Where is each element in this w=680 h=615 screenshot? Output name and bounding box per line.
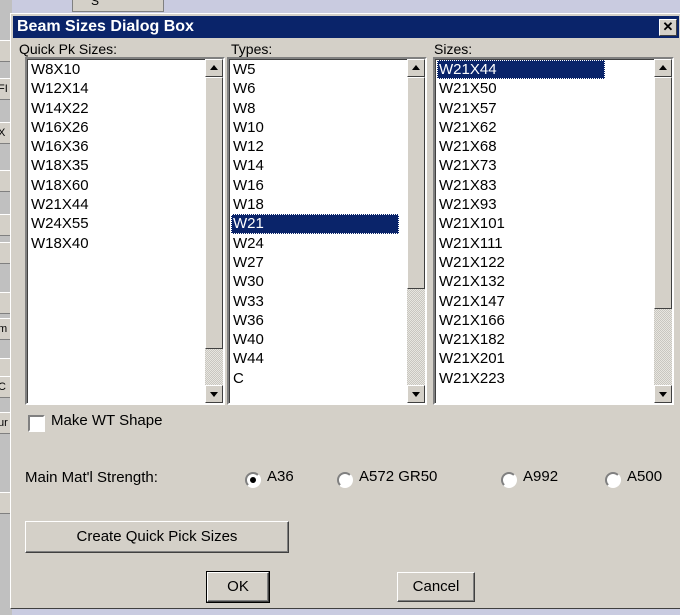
- types-listbox[interactable]: W5 W6 W8 W10 W12 W14 W16 W18 W21 W24 W27 W30 W33 W36 W…: [227, 57, 427, 405]
- types-list-item[interactable]: W14: [231, 156, 399, 175]
- quick-pick-list-item[interactable]: W16X26: [29, 118, 197, 137]
- types-list-item[interactable]: C: [231, 369, 399, 388]
- create-quick-pick-sizes-button[interactable]: Create Quick Pick Sizes: [25, 521, 289, 553]
- sizes-list-item[interactable]: W21X62: [437, 118, 605, 137]
- sizes-list-item[interactable]: W21X182: [437, 330, 605, 349]
- sizes-scrollbar[interactable]: [654, 59, 672, 403]
- sizes-list-item[interactable]: W21X93: [437, 195, 605, 214]
- radio-a992[interactable]: [501, 472, 517, 488]
- sizes-list-item[interactable]: W21X50: [437, 79, 605, 98]
- types-list-item[interactable]: W33: [231, 292, 399, 311]
- types-scroll-down-button[interactable]: [407, 385, 425, 403]
- radio-a500[interactable]: [605, 472, 621, 488]
- sizes-list-item[interactable]: W21X83: [437, 176, 605, 195]
- quick-pick-items: W8X10 W12X14 W14X22 W16X26 W16X36 W18X35 W18X6…: [29, 60, 197, 253]
- sizes-list-item[interactable]: W21X122: [437, 253, 605, 272]
- sizes-scroll-thumb[interactable]: [654, 77, 672, 309]
- types-list-item[interactable]: W12: [231, 137, 399, 156]
- quick-pick-listbox[interactable]: W8X10 W12X14 W14X22 W16X26 W16X36 W18X35 W18X6…: [25, 57, 225, 405]
- sizes-list-item[interactable]: W21X44: [437, 60, 605, 80]
- types-list-item[interactable]: W6: [231, 79, 399, 98]
- sizes-list-item[interactable]: W21X223: [437, 369, 605, 388]
- dialog-titlebar[interactable]: Beam Sizes Dialog Box ✕: [13, 16, 679, 38]
- quick-pick-list-item[interactable]: W14X22: [29, 99, 197, 118]
- quick-pick-scroll-thumb[interactable]: [205, 77, 223, 349]
- sizes-listbox[interactable]: W21X44 W21X50 W21X57 W21X62 W21X68 W21X73 W21X…: [433, 57, 674, 405]
- quick-pick-scrollbar[interactable]: [205, 59, 223, 403]
- cancel-button[interactable]: Cancel: [397, 572, 475, 602]
- types-list-item[interactable]: W24: [231, 234, 399, 253]
- radio-a572-gr50[interactable]: [337, 472, 353, 488]
- radio-selected-dot: [250, 477, 256, 483]
- sizes-list-item[interactable]: W21X201: [437, 349, 605, 368]
- beam-sizes-dialog: Beam Sizes Dialog Box ✕ Quick Pk Sizes: …: [10, 13, 680, 609]
- types-scrollbar[interactable]: [407, 59, 425, 403]
- quick-pick-label: Quick Pk Sizes:: [19, 41, 118, 57]
- quick-pick-list-item[interactable]: W18X40: [29, 234, 197, 253]
- types-list-item[interactable]: W44: [231, 349, 399, 368]
- radio-a572-gr50-label: A572 GR50: [359, 468, 438, 485]
- make-wt-shape-label: Make WT Shape: [51, 412, 163, 429]
- quick-pick-list-item[interactable]: W18X60: [29, 176, 197, 195]
- types-list-item[interactable]: W16: [231, 176, 399, 195]
- radio-a36[interactable]: [245, 472, 261, 488]
- scroll-down-icon: [412, 392, 420, 397]
- sizes-list-item[interactable]: W21X166: [437, 311, 605, 330]
- scroll-down-icon: [659, 392, 667, 397]
- types-list-item[interactable]: W30: [231, 272, 399, 291]
- types-items: W5 W6 W8 W10 W12 W14 W16 W18 W21 W24 W27 W30 W33 W36 W…: [231, 60, 399, 388]
- scroll-up-icon: [210, 65, 218, 70]
- quick-pick-list-item[interactable]: W16X36: [29, 137, 197, 156]
- background-app-toolbar: S: [72, 0, 164, 12]
- make-wt-shape-checkbox[interactable]: [28, 415, 45, 432]
- sizes-list-item[interactable]: W21X132: [437, 272, 605, 291]
- sizes-list-item[interactable]: W21X147: [437, 292, 605, 311]
- sizes-list-item[interactable]: W21X57: [437, 99, 605, 118]
- types-list-item[interactable]: W21: [231, 214, 399, 234]
- scroll-down-icon: [210, 392, 218, 397]
- radio-a36-label: A36: [267, 468, 294, 485]
- quick-pick-list-item[interactable]: W12X14: [29, 79, 197, 98]
- sizes-list-item[interactable]: W21X111: [437, 234, 605, 253]
- close-button[interactable]: ✕: [659, 19, 677, 36]
- sizes-list-item[interactable]: W21X101: [437, 214, 605, 233]
- radio-a500-label: A500: [627, 468, 663, 485]
- types-label: Types:: [231, 41, 273, 57]
- sizes-list-item[interactable]: W21X73: [437, 156, 605, 175]
- background-label: S: [91, 0, 100, 8]
- quick-pick-list-item[interactable]: W21X44: [29, 195, 197, 214]
- types-list-item[interactable]: W27: [231, 253, 399, 272]
- types-list-item[interactable]: W5: [231, 60, 399, 79]
- scroll-up-icon: [659, 65, 667, 70]
- types-list-item[interactable]: W18: [231, 195, 399, 214]
- types-scroll-thumb[interactable]: [407, 77, 425, 289]
- close-icon: ✕: [662, 19, 674, 34]
- sizes-scroll-down-button[interactable]: [654, 385, 672, 403]
- quick-pick-list-item[interactable]: W18X35: [29, 156, 197, 175]
- sizes-items: W21X44 W21X50 W21X57 W21X62 W21X68 W21X73 W21X…: [437, 60, 605, 388]
- types-list-item[interactable]: W8: [231, 99, 399, 118]
- sizes-scroll-up-button[interactable]: [654, 59, 672, 77]
- scroll-up-icon: [412, 65, 420, 70]
- quick-pick-scroll-up-button[interactable]: [205, 59, 223, 77]
- sizes-list-item[interactable]: W21X68: [437, 137, 605, 156]
- types-scroll-up-button[interactable]: [407, 59, 425, 77]
- ok-button[interactable]: OK: [206, 571, 270, 603]
- quick-pick-list-item[interactable]: W8X10: [29, 60, 197, 79]
- quick-pick-list-item[interactable]: W24X55: [29, 214, 197, 233]
- radio-a992-label: A992: [523, 468, 559, 485]
- types-list-item[interactable]: W40: [231, 330, 399, 349]
- dialog-title: Beam Sizes Dialog Box: [17, 18, 194, 35]
- types-list-item[interactable]: W10: [231, 118, 399, 137]
- strength-label: Main Mat'l Strength:: [25, 469, 158, 486]
- sizes-label: Sizes:: [434, 41, 473, 57]
- quick-pick-scroll-down-button[interactable]: [205, 385, 223, 403]
- types-list-item[interactable]: W36: [231, 311, 399, 330]
